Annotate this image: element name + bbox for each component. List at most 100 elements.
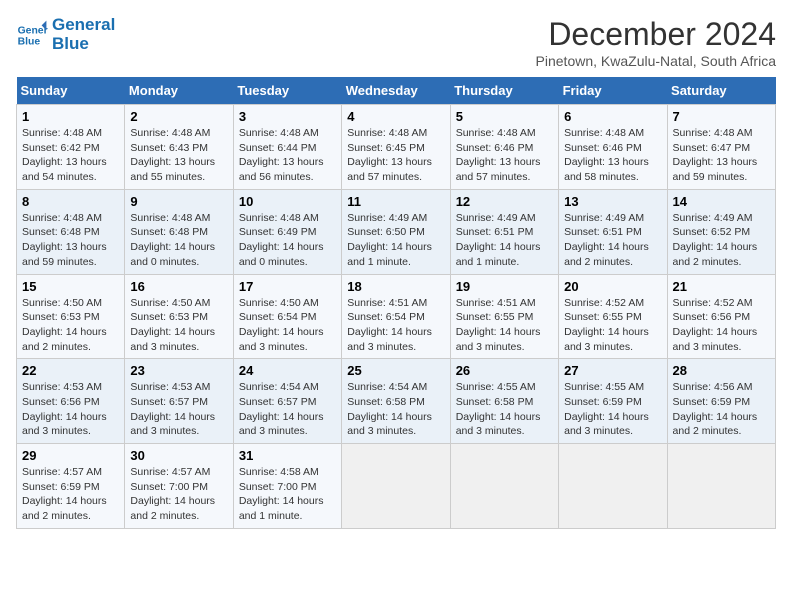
calendar-table: SundayMondayTuesdayWednesdayThursdayFrid… bbox=[16, 77, 776, 529]
day-info: Sunrise: 4:57 AMSunset: 6:59 PMDaylight:… bbox=[22, 465, 119, 524]
day-info: Sunrise: 4:54 AMSunset: 6:57 PMDaylight:… bbox=[239, 380, 336, 439]
calendar-cell: 11 Sunrise: 4:49 AMSunset: 6:50 PMDayligh… bbox=[342, 189, 450, 274]
calendar-cell: 20Sunrise: 4:52 AMSunset: 6:55 PMDayligh… bbox=[559, 274, 667, 359]
calendar-cell: 1 Sunrise: 4:48 AMSunset: 6:42 PMDaylight… bbox=[17, 105, 125, 190]
day-info: Sunrise: 4:54 AMSunset: 6:58 PMDaylight:… bbox=[347, 380, 444, 439]
day-info: Sunrise: 4:51 AMSunset: 6:55 PMDaylight:… bbox=[456, 296, 553, 355]
day-number: 26 bbox=[456, 363, 553, 378]
weekday-header-monday: Monday bbox=[125, 77, 233, 105]
calendar-cell: 15 Sunrise: 4:50 AMSunset: 6:53 PMDayligh… bbox=[17, 274, 125, 359]
weekday-header-wednesday: Wednesday bbox=[342, 77, 450, 105]
calendar-cell: 4 Sunrise: 4:48 AMSunset: 6:45 PMDaylight… bbox=[342, 105, 450, 190]
day-number: 2 bbox=[130, 109, 227, 124]
day-number: 30 bbox=[130, 448, 227, 463]
calendar-cell: 7 Sunrise: 4:48 AMSunset: 6:47 PMDaylight… bbox=[667, 105, 775, 190]
calendar-cell: 8 Sunrise: 4:48 AMSunset: 6:48 PMDaylight… bbox=[17, 189, 125, 274]
month-title: December 2024 bbox=[536, 16, 776, 53]
day-info: Sunrise: 4:53 AMSunset: 6:57 PMDaylight:… bbox=[130, 380, 227, 439]
calendar-cell: 16 Sunrise: 4:50 AMSunset: 6:53 PMDayligh… bbox=[125, 274, 233, 359]
day-info: Sunrise: 4:49 AMSunset: 6:51 PMDaylight:… bbox=[564, 211, 661, 270]
day-number: 14 bbox=[673, 194, 770, 209]
day-number: 31 bbox=[239, 448, 336, 463]
day-info: Sunrise: 4:57 AMSunset: 7:00 PMDaylight:… bbox=[130, 465, 227, 524]
calendar-cell bbox=[342, 444, 450, 529]
calendar-week-3: 15 Sunrise: 4:50 AMSunset: 6:53 PMDayligh… bbox=[17, 274, 776, 359]
calendar-cell bbox=[450, 444, 558, 529]
weekday-header-thursday: Thursday bbox=[450, 77, 558, 105]
calendar-cell: 18 Sunrise: 4:51 AMSunset: 6:54 PMDayligh… bbox=[342, 274, 450, 359]
day-info: Sunrise: 4:50 AMSunset: 6:53 PMDaylight:… bbox=[22, 296, 119, 355]
day-number: 24 bbox=[239, 363, 336, 378]
calendar-cell: 21 Sunrise: 4:52 AMSunset: 6:56 PMDayligh… bbox=[667, 274, 775, 359]
day-number: 7 bbox=[673, 109, 770, 124]
day-info: Sunrise: 4:48 AMSunset: 6:42 PMDaylight:… bbox=[22, 126, 119, 185]
calendar-cell bbox=[667, 444, 775, 529]
day-info: Sunrise: 4:52 AMSunset: 6:55 PMDaylight:… bbox=[564, 296, 661, 355]
calendar-cell bbox=[559, 444, 667, 529]
calendar-cell: 22Sunrise: 4:53 AMSunset: 6:56 PMDayligh… bbox=[17, 359, 125, 444]
day-info: Sunrise: 4:48 AMSunset: 6:46 PMDaylight:… bbox=[564, 126, 661, 185]
calendar-cell: 13 Sunrise: 4:49 AMSunset: 6:51 PMDayligh… bbox=[559, 189, 667, 274]
day-info: Sunrise: 4:52 AMSunset: 6:56 PMDaylight:… bbox=[673, 296, 770, 355]
day-info: Sunrise: 4:48 AMSunset: 6:44 PMDaylight:… bbox=[239, 126, 336, 185]
calendar-cell: 14 Sunrise: 4:49 AMSunset: 6:52 PMDayligh… bbox=[667, 189, 775, 274]
day-number: 9 bbox=[130, 194, 227, 209]
day-number: 18 bbox=[347, 279, 444, 294]
day-number: 29 bbox=[22, 448, 119, 463]
day-number: 21 bbox=[673, 279, 770, 294]
location-title: Pinetown, KwaZulu-Natal, South Africa bbox=[536, 53, 776, 69]
calendar-cell: 19Sunrise: 4:51 AMSunset: 6:55 PMDayligh… bbox=[450, 274, 558, 359]
day-number: 13 bbox=[564, 194, 661, 209]
day-info: Sunrise: 4:50 AMSunset: 6:54 PMDaylight:… bbox=[239, 296, 336, 355]
calendar-cell: 29 Sunrise: 4:57 AMSunset: 6:59 PMDayligh… bbox=[17, 444, 125, 529]
calendar-cell: 2 Sunrise: 4:48 AMSunset: 6:43 PMDaylight… bbox=[125, 105, 233, 190]
day-number: 15 bbox=[22, 279, 119, 294]
day-info: Sunrise: 4:48 AMSunset: 6:49 PMDaylight:… bbox=[239, 211, 336, 270]
day-info: Sunrise: 4:48 AMSunset: 6:43 PMDaylight:… bbox=[130, 126, 227, 185]
day-info: Sunrise: 4:49 AMSunset: 6:51 PMDaylight:… bbox=[456, 211, 553, 270]
day-info: Sunrise: 4:49 AMSunset: 6:50 PMDaylight:… bbox=[347, 211, 444, 270]
day-info: Sunrise: 4:48 AMSunset: 6:46 PMDaylight:… bbox=[456, 126, 553, 185]
logo-line2: Blue bbox=[52, 35, 115, 54]
day-info: Sunrise: 4:48 AMSunset: 6:48 PMDaylight:… bbox=[22, 211, 119, 270]
logo: General Blue General Blue bbox=[16, 16, 115, 53]
day-info: Sunrise: 4:53 AMSunset: 6:56 PMDaylight:… bbox=[22, 380, 119, 439]
header: General Blue General Blue December 2024 … bbox=[16, 16, 776, 69]
day-info: Sunrise: 4:51 AMSunset: 6:54 PMDaylight:… bbox=[347, 296, 444, 355]
day-info: Sunrise: 4:55 AMSunset: 6:58 PMDaylight:… bbox=[456, 380, 553, 439]
day-info: Sunrise: 4:48 AMSunset: 6:48 PMDaylight:… bbox=[130, 211, 227, 270]
day-info: Sunrise: 4:48 AMSunset: 6:45 PMDaylight:… bbox=[347, 126, 444, 185]
day-info: Sunrise: 4:49 AMSunset: 6:52 PMDaylight:… bbox=[673, 211, 770, 270]
day-info: Sunrise: 4:58 AMSunset: 7:00 PMDaylight:… bbox=[239, 465, 336, 524]
weekday-header-tuesday: Tuesday bbox=[233, 77, 341, 105]
calendar-cell: 30 Sunrise: 4:57 AMSunset: 7:00 PMDayligh… bbox=[125, 444, 233, 529]
calendar-week-1: 1 Sunrise: 4:48 AMSunset: 6:42 PMDaylight… bbox=[17, 105, 776, 190]
weekday-header-saturday: Saturday bbox=[667, 77, 775, 105]
svg-text:Blue: Blue bbox=[18, 36, 41, 47]
day-number: 23 bbox=[130, 363, 227, 378]
calendar-cell: 23 Sunrise: 4:53 AMSunset: 6:57 PMDayligh… bbox=[125, 359, 233, 444]
calendar-week-4: 22Sunrise: 4:53 AMSunset: 6:56 PMDayligh… bbox=[17, 359, 776, 444]
day-number: 5 bbox=[456, 109, 553, 124]
calendar-week-5: 29 Sunrise: 4:57 AMSunset: 6:59 PMDayligh… bbox=[17, 444, 776, 529]
calendar-cell: 17Sunrise: 4:50 AMSunset: 6:54 PMDayligh… bbox=[233, 274, 341, 359]
calendar-week-2: 8 Sunrise: 4:48 AMSunset: 6:48 PMDaylight… bbox=[17, 189, 776, 274]
day-number: 11 bbox=[347, 194, 444, 209]
calendar-cell: 5 Sunrise: 4:48 AMSunset: 6:46 PMDaylight… bbox=[450, 105, 558, 190]
day-info: Sunrise: 4:50 AMSunset: 6:53 PMDaylight:… bbox=[130, 296, 227, 355]
calendar-cell: 26 Sunrise: 4:55 AMSunset: 6:58 PMDayligh… bbox=[450, 359, 558, 444]
day-number: 25 bbox=[347, 363, 444, 378]
calendar-cell: 6 Sunrise: 4:48 AMSunset: 6:46 PMDaylight… bbox=[559, 105, 667, 190]
day-number: 27 bbox=[564, 363, 661, 378]
day-number: 1 bbox=[22, 109, 119, 124]
day-number: 3 bbox=[239, 109, 336, 124]
day-number: 8 bbox=[22, 194, 119, 209]
logo-line1: General bbox=[52, 16, 115, 35]
calendar-cell: 25 Sunrise: 4:54 AMSunset: 6:58 PMDayligh… bbox=[342, 359, 450, 444]
day-number: 16 bbox=[130, 279, 227, 294]
day-info: Sunrise: 4:48 AMSunset: 6:47 PMDaylight:… bbox=[673, 126, 770, 185]
calendar-cell: 27Sunrise: 4:55 AMSunset: 6:59 PMDayligh… bbox=[559, 359, 667, 444]
day-number: 6 bbox=[564, 109, 661, 124]
title-area: December 2024 Pinetown, KwaZulu-Natal, S… bbox=[536, 16, 776, 69]
day-number: 4 bbox=[347, 109, 444, 124]
